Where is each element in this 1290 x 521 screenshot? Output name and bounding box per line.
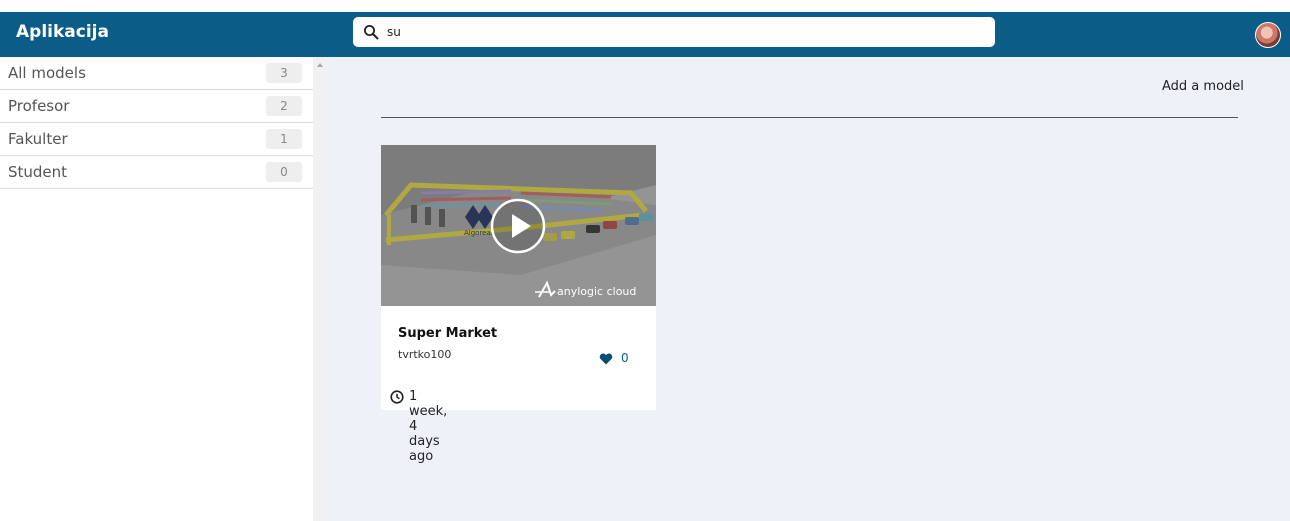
sidebar-item-label: All models — [8, 64, 86, 82]
model-card[interactable]: Algoreal anylogic cloud Super Market tvr… — [381, 145, 656, 464]
sidebar-scrollbar[interactable] — [313, 57, 327, 521]
count-badge: 2 — [266, 96, 302, 116]
sidebar-item-label: Fakulter — [8, 130, 68, 148]
time-ago-text: 1 week, 4 days ago — [409, 389, 448, 464]
card-author[interactable]: tvrtko100 — [398, 348, 451, 361]
sidebar-item-label: Student — [8, 163, 68, 181]
svg-text:anylogic cloud: anylogic cloud — [557, 285, 636, 298]
sidebar-item-label: Profesor — [8, 97, 70, 115]
sidebar-item-student[interactable]: Student 0 — [0, 156, 313, 189]
card-title[interactable]: Super Market — [398, 326, 497, 341]
heart-icon — [599, 353, 613, 365]
top-strip — [0, 0, 1290, 12]
thumbnail-image: Algoreal anylogic cloud — [381, 145, 656, 306]
app-title[interactable]: Aplikacija — [16, 22, 109, 42]
main-content: Add a model Algoreal anylogic cloud Supe… — [327, 57, 1290, 521]
clock-icon — [390, 390, 404, 404]
add-model-link[interactable]: Add a model — [1162, 79, 1244, 94]
search-icon — [364, 25, 379, 40]
user-avatar[interactable] — [1255, 22, 1281, 48]
count-badge: 1 — [266, 129, 302, 149]
model-thumbnail[interactable]: Algoreal anylogic cloud — [381, 145, 656, 306]
sidebar-item-profesor[interactable]: Profesor 2 — [0, 90, 313, 123]
sidebar-item-fakulter[interactable]: Fakulter 1 — [0, 123, 313, 156]
play-icon[interactable] — [490, 198, 546, 254]
scroll-up-arrow-icon[interactable] — [317, 63, 323, 67]
like-count: 0 — [621, 351, 629, 365]
search-input[interactable] — [387, 21, 977, 43]
sidebar-item-all-models[interactable]: All models 3 — [0, 57, 313, 90]
count-badge: 0 — [266, 162, 302, 182]
sidebar: All models 3 Profesor 2 Fakulter 1 Stude… — [0, 57, 313, 521]
count-badge: 3 — [266, 63, 302, 83]
search-bar[interactable] — [353, 17, 995, 47]
app-header: Aplikacija — [0, 12, 1290, 57]
divider — [381, 117, 1238, 118]
